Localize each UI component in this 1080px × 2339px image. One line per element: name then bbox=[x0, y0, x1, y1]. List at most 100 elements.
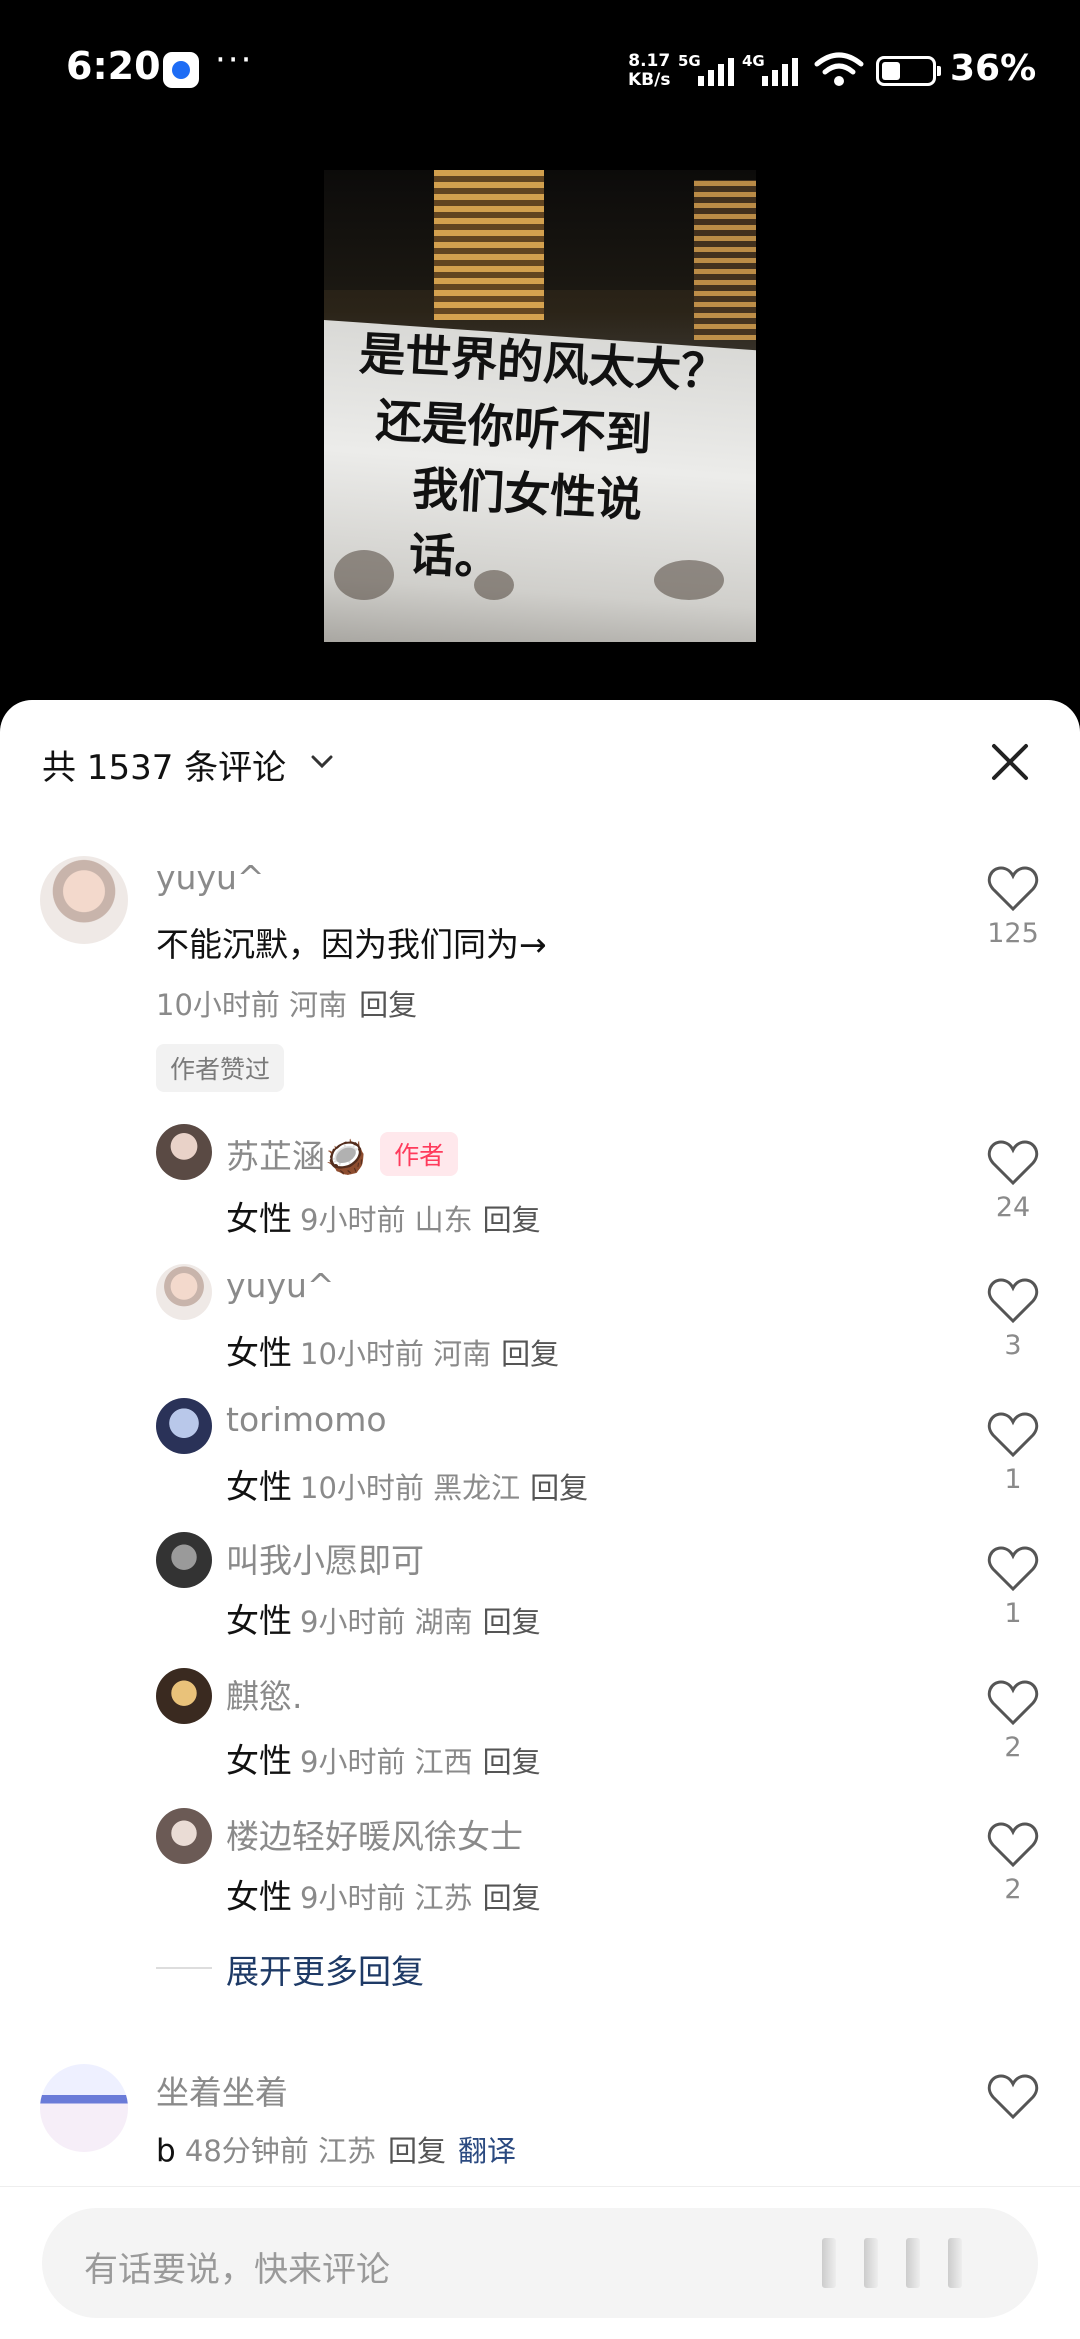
reply-author[interactable]: 叫我小愿即可 bbox=[226, 1534, 424, 1582]
reply-author[interactable]: yuyu^ bbox=[226, 1266, 335, 1305]
reply-button[interactable]: 回复 bbox=[501, 1337, 559, 1371]
reply-button[interactable]: 回复 bbox=[359, 988, 417, 1022]
reply-button[interactable]: 回复 bbox=[483, 1881, 541, 1915]
reply-time-location: 10小时前 黑龙江 bbox=[300, 1471, 521, 1505]
network-speed-value: 8.17 bbox=[628, 51, 671, 71]
reply-button[interactable]: 回复 bbox=[388, 2134, 446, 2168]
reply-button[interactable]: 回复 bbox=[483, 1203, 541, 1237]
like-count: 2 bbox=[1004, 1874, 1022, 1905]
like-count: 125 bbox=[987, 918, 1039, 949]
status-bar: 6:20 ··· 8.17 KB/s 5G 4G 36% bbox=[0, 0, 1080, 140]
reply-meta: 女性 9小时前 湖南 回复 bbox=[226, 1594, 541, 1642]
more-notifications-icon: ··· bbox=[215, 40, 254, 80]
close-icon[interactable] bbox=[988, 740, 1032, 784]
like-count: 3 bbox=[1004, 1330, 1022, 1361]
wall-graffiti-text: 是世界的风太大？ 还是你听不到 我们女性说话。 bbox=[347, 320, 740, 604]
avatar[interactable] bbox=[156, 1808, 212, 1864]
avatar[interactable] bbox=[156, 1398, 212, 1454]
reply-button[interactable]: 回复 bbox=[483, 1745, 541, 1779]
like-button[interactable]: 1 bbox=[978, 1546, 1048, 1629]
like-button[interactable]: 3 bbox=[978, 1278, 1048, 1361]
reply-time-location: 9小时前 江西 bbox=[300, 1745, 473, 1779]
like-button[interactable]: 125 bbox=[978, 866, 1048, 949]
reply-time-location: 10小时前 河南 bbox=[300, 1337, 492, 1371]
reply-meta: 女性 9小时前 江西 回复 bbox=[226, 1734, 541, 1782]
reply-meta: 女性 9小时前 江苏 回复 bbox=[226, 1870, 541, 1918]
avatar[interactable] bbox=[156, 1124, 212, 1180]
expand-more-label: 展开更多回复 bbox=[226, 1952, 424, 1991]
like-button[interactable]: 1 bbox=[978, 1412, 1048, 1495]
signal-4g-icon: 4G bbox=[742, 52, 802, 86]
avatar[interactable] bbox=[40, 856, 128, 944]
app-notification-icon bbox=[163, 52, 199, 88]
avatar[interactable] bbox=[156, 1264, 212, 1320]
reply-author[interactable]: 楼边轻好暖风徐女士 bbox=[226, 1810, 523, 1858]
reply-time-location: 9小时前 山东 bbox=[300, 1203, 473, 1237]
comment-author[interactable]: yuyu^ bbox=[156, 858, 265, 897]
signal-5g-icon: 5G bbox=[678, 52, 738, 86]
expand-divider bbox=[156, 1967, 212, 1969]
heart-icon bbox=[987, 866, 1039, 912]
input-divider bbox=[0, 2186, 1080, 2187]
reply-meta: 女性 10小时前 黑龙江 回复 bbox=[226, 1460, 588, 1508]
translate-button[interactable]: 翻译 bbox=[458, 2134, 516, 2168]
battery-percent: 36% bbox=[950, 48, 1037, 89]
comment-count-title[interactable]: 共 1537 条评论 bbox=[42, 740, 286, 789]
comment-time-location: 48分钟前 江苏 bbox=[184, 2134, 377, 2168]
avatar[interactable] bbox=[156, 1532, 212, 1588]
heart-icon bbox=[987, 2074, 1039, 2120]
heart-icon bbox=[987, 1546, 1039, 1592]
comment-author[interactable]: 坐着坐着 bbox=[156, 2066, 288, 2114]
network-speed: 8.17 KB/s bbox=[628, 52, 670, 90]
reply-time-location: 9小时前 湖南 bbox=[300, 1605, 473, 1639]
comment-meta: 10小时前 河南 回复 bbox=[156, 982, 417, 1024]
author-liked-badge: 作者赞过 bbox=[156, 1044, 285, 1092]
comment-input[interactable]: 有话要说，快来评论 bbox=[42, 2208, 1038, 2318]
network-speed-unit: KB/s bbox=[628, 70, 671, 90]
reply-text: 女性 bbox=[226, 1333, 292, 1372]
reply-author[interactable]: torimomo bbox=[226, 1400, 387, 1439]
reply-time-location: 9小时前 江苏 bbox=[300, 1881, 473, 1915]
like-count: 1 bbox=[1004, 1464, 1022, 1495]
post-image[interactable]: 是世界的风太大？ 还是你听不到 我们女性说话。 bbox=[324, 170, 756, 642]
avatar[interactable] bbox=[40, 2064, 128, 2152]
heart-icon bbox=[987, 1278, 1039, 1324]
reply-meta: 女性 9小时前 山东 回复 bbox=[226, 1192, 541, 1240]
heart-icon bbox=[987, 1822, 1039, 1868]
reply-button[interactable]: 回复 bbox=[483, 1605, 541, 1639]
like-button[interactable]: 2 bbox=[978, 1822, 1048, 1905]
heart-icon bbox=[987, 1140, 1039, 1186]
reply-author[interactable]: 苏芷涵🥥 作者 bbox=[226, 1130, 459, 1178]
reply-meta: 女性 10小时前 河南 回复 bbox=[226, 1326, 559, 1374]
reply-author[interactable]: 麒慾. bbox=[226, 1670, 303, 1718]
like-button[interactable] bbox=[978, 2074, 1048, 2120]
comment-text: 不能沉默，因为我们同为→ bbox=[156, 925, 547, 964]
reply-text: 女性 bbox=[226, 1601, 292, 1640]
like-count: 1 bbox=[1004, 1598, 1022, 1629]
comment-sheet: 共 1537 条评论 yuyu^ 不能沉默，因为我们同为→ 10小时前 河南 回复… bbox=[0, 700, 1080, 2339]
wall-text-line-3: 我们女性说话。 bbox=[407, 461, 644, 586]
like-button[interactable]: 24 bbox=[978, 1140, 1048, 1223]
wifi-icon bbox=[814, 52, 864, 86]
avatar[interactable] bbox=[156, 1668, 212, 1724]
reply-text: 女性 bbox=[226, 1877, 292, 1916]
comment-time-location: 10小时前 河南 bbox=[156, 988, 348, 1022]
reply-button[interactable]: 回复 bbox=[530, 1471, 588, 1505]
comment-text: b bbox=[156, 2133, 176, 2169]
comment-input-placeholder: 有话要说，快来评论 bbox=[84, 2250, 390, 2290]
emoji-icon[interactable] bbox=[822, 2238, 962, 2288]
comment-meta: b 48分钟前 江苏 回复 翻译 bbox=[156, 2128, 516, 2170]
battery-icon bbox=[876, 56, 941, 86]
comment-sheet-header: 共 1537 条评论 bbox=[0, 700, 1080, 820]
chevron-down-icon[interactable] bbox=[308, 752, 336, 772]
author-badge: 作者 bbox=[380, 1132, 459, 1176]
reply-text: 女性 bbox=[226, 1199, 292, 1238]
like-count: 2 bbox=[1004, 1732, 1022, 1763]
like-count: 24 bbox=[995, 1192, 1031, 1223]
reply-author-name: 苏芷涵🥥 bbox=[226, 1137, 367, 1176]
reply-text: 女性 bbox=[226, 1741, 292, 1780]
reply-text: 女性 bbox=[226, 1467, 292, 1506]
heart-icon bbox=[987, 1680, 1039, 1726]
status-time: 6:20 bbox=[66, 44, 161, 88]
like-button[interactable]: 2 bbox=[978, 1680, 1048, 1763]
